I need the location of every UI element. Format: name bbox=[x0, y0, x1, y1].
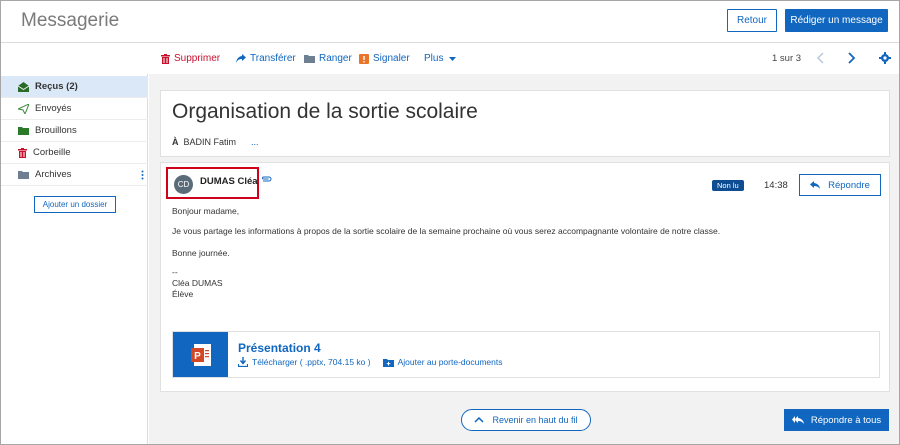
chevron-up-icon bbox=[474, 417, 484, 423]
reply-all-label: Répondre à tous bbox=[810, 414, 882, 426]
sidebar-item-sent[interactable]: Envoyés bbox=[1, 98, 148, 120]
sidebar-item-inbox[interactable]: Reçus (2) bbox=[1, 76, 148, 98]
delete-label: Supprimer bbox=[174, 53, 221, 64]
back-to-top-label: Revenir en haut du fil bbox=[492, 415, 578, 425]
app-title: Messagerie bbox=[21, 10, 120, 31]
settings-button[interactable] bbox=[879, 52, 891, 67]
forward-button[interactable]: Transférer bbox=[236, 53, 296, 64]
back-to-top-button[interactable]: Revenir en haut du fil bbox=[461, 409, 591, 431]
report-label: Signaler bbox=[373, 53, 410, 64]
reply-all-button[interactable]: Répondre à tous bbox=[784, 409, 889, 431]
signature-separator: -- bbox=[172, 267, 178, 277]
svg-text:P: P bbox=[194, 351, 201, 362]
message-card: CD DUMAS Cléa Non lu 14:38 Répondre Bonj… bbox=[160, 162, 890, 392]
kebab-menu-icon[interactable] bbox=[141, 170, 144, 180]
status-badge: Non lu bbox=[712, 180, 744, 191]
message-closing: Bonne journée. bbox=[172, 248, 230, 258]
prev-page-button[interactable] bbox=[816, 52, 824, 67]
forward-label: Transférer bbox=[250, 53, 296, 64]
more-label: Plus bbox=[424, 53, 444, 64]
sidebar-item-label: Reçus (2) bbox=[35, 81, 78, 92]
sidebar-item-label: Brouillons bbox=[35, 125, 77, 136]
report-button[interactable]: Signaler bbox=[359, 53, 410, 64]
recipient-name: BADIN Fatim bbox=[183, 137, 237, 147]
folder-icon bbox=[18, 171, 29, 179]
attachment-card: P Présentation 4 Télécharger ( .pptx, 70… bbox=[172, 331, 880, 378]
signature-role: Élève bbox=[172, 289, 194, 299]
more-menu-button[interactable]: Plus bbox=[424, 53, 457, 64]
signature-name: Cléa DUMAS bbox=[172, 278, 223, 288]
message-paragraph: Je vous partage les informations à propo… bbox=[172, 226, 721, 236]
caret-down-icon bbox=[449, 56, 457, 61]
message-greeting: Bonjour madame, bbox=[172, 206, 240, 216]
add-to-documents-link[interactable]: Ajouter au porte-documents bbox=[398, 357, 503, 367]
add-to-folder-icon bbox=[382, 358, 394, 367]
sidebar-item-archives[interactable]: Archives bbox=[1, 164, 148, 186]
report-flag-icon bbox=[359, 53, 369, 64]
thread-header-card: Organisation de la sortie scolaire À BAD… bbox=[160, 90, 890, 157]
download-link[interactable]: Télécharger ( .pptx, 704.15 ko ) bbox=[252, 357, 371, 367]
next-page-button[interactable] bbox=[848, 52, 856, 67]
more-recipients-button[interactable]: ... bbox=[251, 137, 259, 147]
sidebar-item-trash[interactable]: Corbeille bbox=[1, 142, 148, 164]
app-header: Messagerie Retour Rédiger un message bbox=[1, 1, 899, 43]
attachment-clip-icon bbox=[262, 176, 272, 182]
compose-button[interactable]: Rédiger un message bbox=[785, 9, 888, 32]
folder-icon bbox=[18, 127, 29, 135]
archive-label: Ranger bbox=[319, 53, 352, 64]
forward-arrow-icon bbox=[236, 54, 246, 63]
back-button[interactable]: Retour bbox=[727, 9, 777, 32]
message-thread-area: Organisation de la sortie scolaire À BAD… bbox=[149, 74, 899, 444]
reply-label: Répondre bbox=[828, 179, 870, 191]
reply-arrow-icon bbox=[810, 181, 821, 189]
trash-icon bbox=[161, 53, 170, 64]
download-icon bbox=[238, 357, 248, 367]
inbox-icon bbox=[18, 81, 29, 92]
pager-text: 1 sur 3 bbox=[772, 53, 802, 64]
folder-sidebar: Reçus (2) Envoyés Brouillons Corbeille A… bbox=[1, 74, 148, 444]
to-prefix: À bbox=[172, 137, 179, 147]
message-toolbar: Supprimer Transférer Ranger Signaler Plu… bbox=[1, 44, 899, 74]
sidebar-item-drafts[interactable]: Brouillons bbox=[1, 120, 148, 142]
reply-all-icon bbox=[791, 416, 804, 424]
delete-button[interactable]: Supprimer bbox=[161, 53, 220, 64]
add-folder-button[interactable]: Ajouter un dossier bbox=[34, 196, 116, 213]
sidebar-item-label: Envoyés bbox=[35, 103, 72, 114]
attachment-actions: Télécharger ( .pptx, 704.15 ko ) Ajouter… bbox=[238, 357, 503, 367]
trash-icon bbox=[18, 147, 27, 158]
recipient-line: À BADIN Fatim ... bbox=[172, 137, 259, 147]
attachment-name[interactable]: Présentation 4 bbox=[238, 341, 321, 355]
gear-icon bbox=[879, 52, 891, 64]
chevron-left-icon bbox=[816, 52, 824, 64]
sender-name[interactable]: DUMAS Cléa bbox=[200, 176, 258, 187]
message-time: 14:38 bbox=[764, 180, 788, 191]
archive-button[interactable]: Ranger bbox=[304, 53, 352, 64]
thread-subject: Organisation de la sortie scolaire bbox=[172, 100, 478, 123]
avatar: CD bbox=[174, 175, 193, 194]
sidebar-item-label: Corbeille bbox=[33, 147, 71, 158]
folder-icon bbox=[304, 55, 315, 63]
chevron-right-icon bbox=[848, 52, 856, 64]
sent-icon bbox=[18, 103, 29, 114]
sidebar-item-label: Archives bbox=[35, 169, 72, 180]
powerpoint-file-icon: P bbox=[173, 332, 228, 377]
reply-button[interactable]: Répondre bbox=[799, 174, 881, 196]
